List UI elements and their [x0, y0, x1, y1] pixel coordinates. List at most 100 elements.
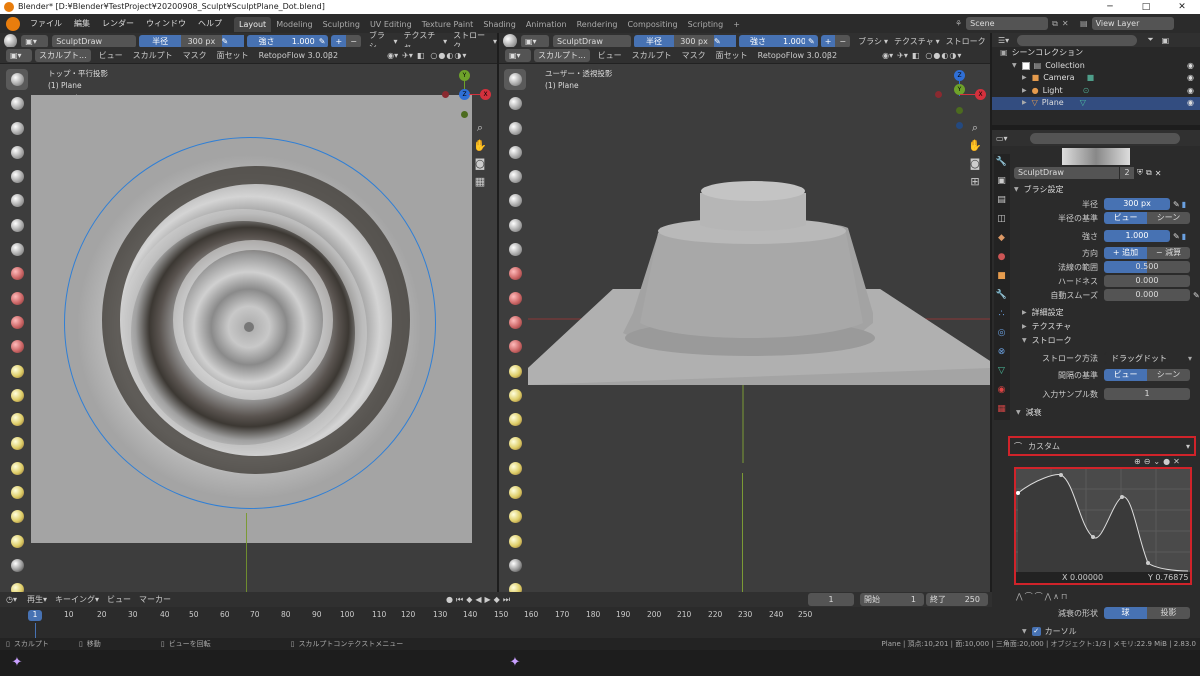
brush-name-field[interactable]: SculptDraw [52, 34, 136, 48]
curve-tools-chevron-icon[interactable]: ⌄ [1153, 457, 1160, 466]
radius-value[interactable]: 300 px [181, 34, 222, 48]
outliner-item-light[interactable]: ▶ ● Light ⊙ ◉ [992, 85, 1200, 98]
tool-inflate[interactable] [6, 215, 28, 236]
direction-add-button[interactable]: + 追加 [1104, 247, 1147, 259]
hardness-slider[interactable]: 0.000 [1104, 275, 1190, 287]
texture-menu[interactable]: テクスチャ [894, 36, 934, 47]
clip-dot-icon[interactable]: ● [1163, 457, 1170, 466]
falloff-shape-projected-button[interactable]: 投影 [1147, 607, 1190, 619]
gizmo-neg-x[interactable] [935, 91, 942, 98]
gizmo-neg-y[interactable] [461, 111, 468, 118]
preset-root-icon[interactable]: ⌒ [1035, 591, 1045, 602]
overlay-icon[interactable]: ◉▾ [882, 51, 893, 60]
tab-world-icon[interactable]: ● [994, 249, 1009, 264]
subtract-direction-button[interactable]: − [835, 34, 851, 48]
radius-label[interactable]: 半径 [139, 34, 182, 48]
zoom-in-curve-icon[interactable]: ⊕ [1134, 457, 1141, 466]
tool-crease[interactable] [504, 263, 526, 284]
add-direction-button[interactable]: + [820, 34, 836, 48]
brush-type-icon[interactable]: ▣▾ [521, 34, 549, 48]
tool-thumb[interactable] [504, 506, 526, 527]
tab-view-layer-icon[interactable]: ◫ [994, 211, 1009, 226]
falloff-section[interactable]: ▼ 減衰 [1014, 406, 1200, 420]
tool-elastic[interactable] [504, 458, 526, 479]
autosmooth-pressure-icon[interactable]: ✎ [1193, 291, 1200, 300]
expand-icon[interactable]: ▶ [1022, 72, 1027, 85]
left-viewport[interactable]: ▣▾ スカルプト... ビュー スカルプト マスク 面セット RetopoFlo… [0, 33, 497, 670]
tool-clay-thumb[interactable] [504, 166, 526, 187]
tool-clay-strips[interactable] [504, 142, 526, 163]
menu-window[interactable]: ウィンドウ [140, 14, 192, 33]
tool-transform[interactable]: ✦ [6, 652, 28, 673]
tool-pose[interactable] [504, 531, 526, 552]
tab-constraints-icon[interactable]: ⊗ [994, 344, 1009, 359]
delete-scene-icon[interactable]: ✕ [1062, 19, 1069, 28]
tab-layout[interactable]: Layout [234, 17, 272, 32]
menu-edit[interactable]: 編集 [68, 14, 96, 33]
tool-grab[interactable] [6, 433, 28, 454]
camera-data-icon[interactable]: ■ [1087, 72, 1095, 85]
tab-compositing[interactable]: Compositing [622, 17, 682, 32]
properties-editor-icon[interactable]: ▭▾ [996, 134, 1008, 143]
falloff-preset-dropdown[interactable]: ⌒ カスタム ▾ [1008, 436, 1196, 456]
falloff-curve-editor[interactable] [1016, 469, 1190, 572]
zoom-icon[interactable]: ⌕ [473, 121, 487, 135]
jump-end-icon[interactable]: ⏭ [503, 595, 513, 605]
editor-type-button[interactable]: ▣▾ [505, 48, 531, 62]
tool-blob[interactable] [504, 239, 526, 260]
filter-icon[interactable]: ⏷ [1147, 35, 1153, 45]
subtract-direction-button[interactable]: − [346, 34, 361, 48]
gizmo-toggle-icon[interactable]: ✈▾ [897, 51, 908, 60]
tool-transform[interactable]: ✦ [504, 652, 526, 673]
tool-pinch[interactable] [504, 409, 526, 430]
autosmooth-slider[interactable]: 0.000 [1104, 289, 1190, 301]
tab-render-icon[interactable]: ▣ [994, 173, 1009, 188]
brush-user-count[interactable]: 2 [1120, 167, 1134, 179]
tool-fill[interactable] [6, 336, 28, 357]
spacing-view-button[interactable]: ビュー [1104, 369, 1147, 381]
menu-help[interactable]: ヘルプ [192, 14, 228, 33]
xray-icon[interactable]: ◧ [912, 51, 920, 60]
tool-draw-sharp[interactable] [504, 93, 526, 114]
strength-label[interactable]: 強さ [247, 34, 286, 48]
falloff-shape-sphere-button[interactable]: 球 [1104, 607, 1147, 619]
outliner-collection[interactable]: ▼ ▤ Collection ◉ [992, 60, 1200, 73]
menu-view[interactable]: ビュー [99, 50, 123, 61]
menu-keying[interactable]: キーイング [55, 594, 95, 605]
tool-mask[interactable] [6, 555, 28, 576]
radius-value[interactable]: 300 px [674, 34, 714, 48]
strength-pressure-icon[interactable]: ✎ [1173, 232, 1180, 241]
menu-view[interactable]: ビュー [107, 594, 131, 605]
sculpt-mesh-perspective[interactable] [528, 163, 990, 463]
tool-blob[interactable] [6, 239, 28, 260]
checkbox-icon[interactable] [1021, 61, 1030, 70]
scene-field[interactable]: Scene [966, 17, 1049, 30]
tool-smooth[interactable] [504, 288, 526, 309]
close-button[interactable]: ✕ [1164, 0, 1200, 14]
view-layer-field[interactable]: View Layer [1091, 17, 1174, 30]
mesh-data-icon[interactable]: ▽ [1080, 97, 1086, 110]
maximize-button[interactable]: □ [1128, 0, 1164, 14]
tool-clay[interactable] [504, 118, 526, 139]
tool-layer[interactable] [504, 190, 526, 211]
menu-render[interactable]: レンダー [96, 14, 140, 33]
tool-clay-thumb[interactable] [6, 166, 28, 187]
preset-smooth-icon[interactable]: ⋀ [1016, 592, 1025, 601]
gizmo-x-axis[interactable]: X [975, 89, 986, 100]
tab-rendering[interactable]: Rendering [572, 17, 623, 32]
strength-field[interactable]: 1.000 [1104, 230, 1170, 242]
outliner-editor-icon[interactable]: ☰▾ [998, 36, 1009, 45]
visibility-eye-icon[interactable]: ◉ [1187, 85, 1194, 98]
menu-face-sets[interactable]: 面セット [716, 50, 748, 61]
visibility-eye-icon[interactable]: ◉ [1187, 97, 1194, 110]
tab-modeling[interactable]: Modeling [271, 17, 317, 32]
cursor-checkbox[interactable]: ✓ [1031, 626, 1041, 636]
preset-linear-icon[interactable]: ∧ [1053, 592, 1061, 601]
tab-animation[interactable]: Animation [521, 17, 572, 32]
add-direction-button[interactable]: + [331, 34, 347, 48]
retopoflow-menu[interactable]: RetopoFlow 3.0.0β2 [758, 51, 837, 60]
stroke-section[interactable]: ▼ ストローク [1014, 334, 1200, 348]
new-scene-icon[interactable]: ⧉ [1052, 19, 1058, 29]
radius-pressure-icon[interactable]: ✎ [221, 34, 245, 48]
tab-texture-icon[interactable]: ▦ [994, 401, 1009, 416]
